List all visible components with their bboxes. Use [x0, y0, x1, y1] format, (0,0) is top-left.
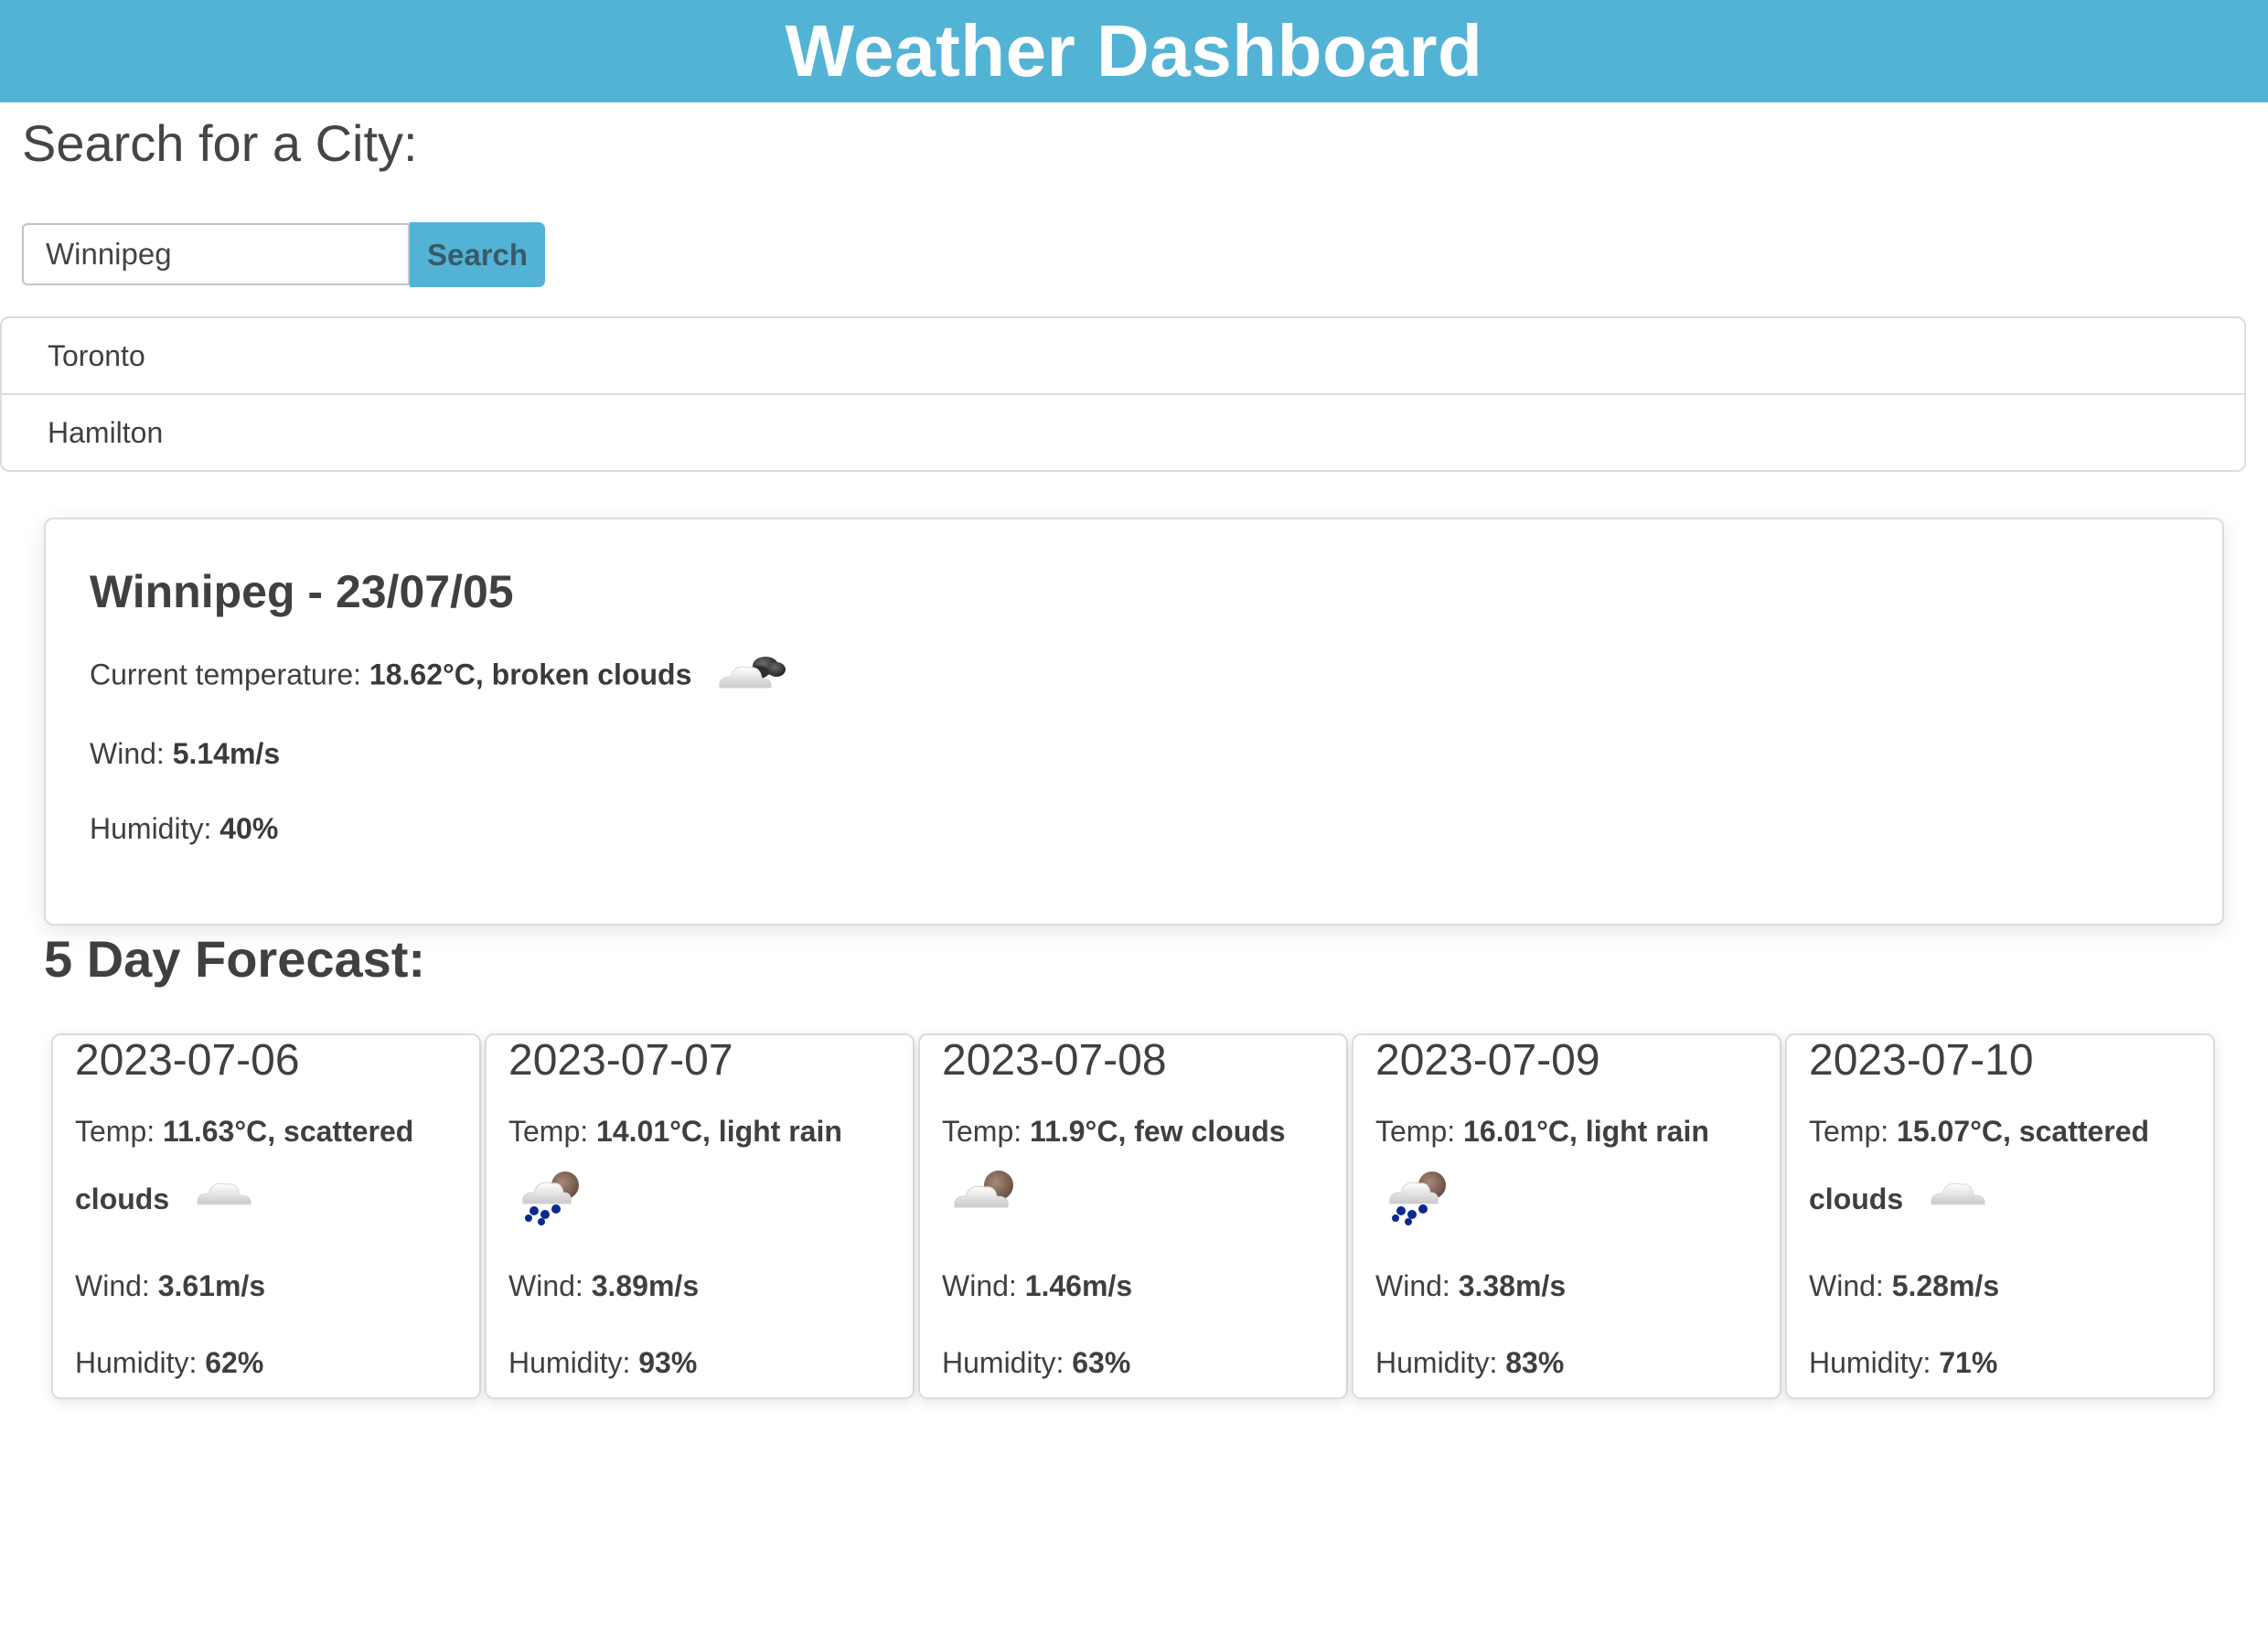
forecast-humidity-label: Humidity: — [75, 1346, 206, 1379]
forecast-wind-value: 3.61m/s — [157, 1269, 266, 1302]
current-temperature-value: 18.62°C, broken clouds — [369, 658, 692, 691]
current-temperature-label: Current temperature: — [90, 658, 369, 691]
current-humidity-label: Humidity: — [90, 812, 220, 845]
forecast-wind-value: 1.46m/s — [1024, 1269, 1133, 1302]
forecast-humidity: Humidity: 93% — [508, 1346, 697, 1380]
forecast-humidity-value: 62% — [205, 1346, 264, 1379]
forecast-temp: Temp: 11.9°C, few clouds — [942, 1097, 1335, 1165]
current-temperature: Current temperature: 18.62°C, broken clo… — [90, 647, 789, 706]
forecast-card: 2023-07-07 Temp: 14.01°C, light rain Win… — [485, 1033, 915, 1399]
forecast-wind: Wind: 3.61m/s — [75, 1269, 265, 1303]
history-item-hamilton[interactable]: Hamilton — [2, 393, 2244, 470]
current-humidity-value: 40% — [219, 812, 279, 845]
forecast-humidity: Humidity: 62% — [75, 1346, 263, 1380]
current-wind: Wind: 5.14m/s — [90, 737, 280, 771]
forecast-wind-label: Wind: — [942, 1269, 1025, 1302]
app-title: Weather Dashboard — [785, 10, 1483, 91]
forecast-date: 2023-07-06 — [75, 1036, 300, 1085]
forecast-temp-label: Temp: — [508, 1115, 597, 1148]
current-wind-value: 5.14m/s — [172, 737, 281, 770]
forecast-temp: Temp: 14.01°C, light rain — [508, 1097, 902, 1165]
forecast-wind-value: 3.38m/s — [1458, 1269, 1567, 1302]
forecast-temp-label: Temp: — [1375, 1115, 1464, 1148]
forecast-humidity-value: 63% — [1072, 1346, 1131, 1379]
forecast-humidity: Humidity: 83% — [1375, 1346, 1564, 1380]
forecast-heading: 5 Day Forecast: — [44, 930, 426, 988]
search-button[interactable]: Search — [410, 222, 545, 287]
forecast-humidity-value: 93% — [638, 1346, 698, 1379]
forecast-date: 2023-07-09 — [1375, 1036, 1600, 1085]
scattered-clouds-icon — [1926, 1168, 1995, 1236]
current-weather-card: Winnipeg - 23/07/05 Current temperature:… — [44, 518, 2224, 925]
forecast-humidity-label: Humidity: — [1809, 1346, 1940, 1379]
forecast-wind: Wind: 3.89m/s — [508, 1269, 699, 1303]
forecast-temp-value: 14.01°C, light rain — [596, 1115, 842, 1148]
forecast-temp: Temp: 15.07°C, scattered clouds — [1809, 1097, 2202, 1236]
forecast-humidity-value: 83% — [1505, 1346, 1565, 1379]
current-wind-label: Wind: — [90, 737, 173, 770]
city-search-input[interactable] — [22, 223, 410, 285]
forecast-temp-label: Temp: — [1809, 1115, 1898, 1148]
forecast-temp-value: 16.01°C, light rain — [1463, 1115, 1709, 1148]
forecast-humidity: Humidity: 63% — [942, 1346, 1130, 1380]
search-history-list: Toronto Hamilton — [0, 316, 2246, 472]
forecast-humidity-label: Humidity: — [942, 1346, 1073, 1379]
forecast-card: 2023-07-10 Temp: 15.07°C, scattered clou… — [1785, 1033, 2215, 1399]
forecast-temp-label: Temp: — [75, 1115, 164, 1148]
forecast-temp: Temp: 16.01°C, light rain — [1375, 1097, 1769, 1165]
current-humidity: Humidity: 40% — [90, 812, 278, 846]
search-heading: Search for a City: — [22, 114, 418, 172]
app-header: Weather Dashboard — [0, 0, 2268, 102]
forecast-temp-label: Temp: — [942, 1115, 1031, 1148]
light-rain-icon — [1383, 1165, 1456, 1230]
forecast-humidity-label: Humidity: — [1375, 1346, 1506, 1379]
forecast-humidity-value: 71% — [1939, 1346, 1998, 1379]
forecast-temp-value: 11.9°C, few clouds — [1030, 1115, 1286, 1148]
forecast-wind-value: 3.89m/s — [591, 1269, 700, 1302]
forecast-wind: Wind: 5.28m/s — [1809, 1269, 1999, 1303]
forecast-humidity: Humidity: 71% — [1809, 1346, 1997, 1380]
forecast-card: 2023-07-08 Temp: 11.9°C, few clouds Wind… — [918, 1033, 1348, 1399]
forecast-card: 2023-07-06 Temp: 11.63°C, scattered clou… — [51, 1033, 481, 1399]
forecast-wind-label: Wind: — [508, 1269, 592, 1302]
forecast-wind-label: Wind: — [1809, 1269, 1892, 1302]
forecast-date: 2023-07-10 — [1809, 1036, 2034, 1085]
forecast-wind-label: Wind: — [1375, 1269, 1459, 1302]
forecast-wind-label: Wind: — [75, 1269, 158, 1302]
scattered-clouds-icon — [192, 1168, 262, 1236]
current-city-title: Winnipeg - 23/07/05 — [90, 566, 514, 617]
forecast-humidity-label: Humidity: — [508, 1346, 639, 1379]
light-rain-icon — [516, 1165, 589, 1230]
forecast-card: 2023-07-09 Temp: 16.01°C, light rain Win… — [1352, 1033, 1781, 1399]
forecast-date: 2023-07-08 — [942, 1036, 1167, 1085]
few-clouds-icon — [949, 1165, 1022, 1225]
broken-clouds-icon — [712, 647, 789, 706]
history-item-toronto[interactable]: Toronto — [2, 318, 2244, 393]
forecast-temp: Temp: 11.63°C, scattered clouds — [75, 1097, 468, 1236]
forecast-wind: Wind: 1.46m/s — [942, 1269, 1132, 1303]
forecast-date: 2023-07-07 — [508, 1036, 733, 1085]
forecast-wind: Wind: 3.38m/s — [1375, 1269, 1566, 1303]
forecast-wind-value: 5.28m/s — [1891, 1269, 2000, 1302]
